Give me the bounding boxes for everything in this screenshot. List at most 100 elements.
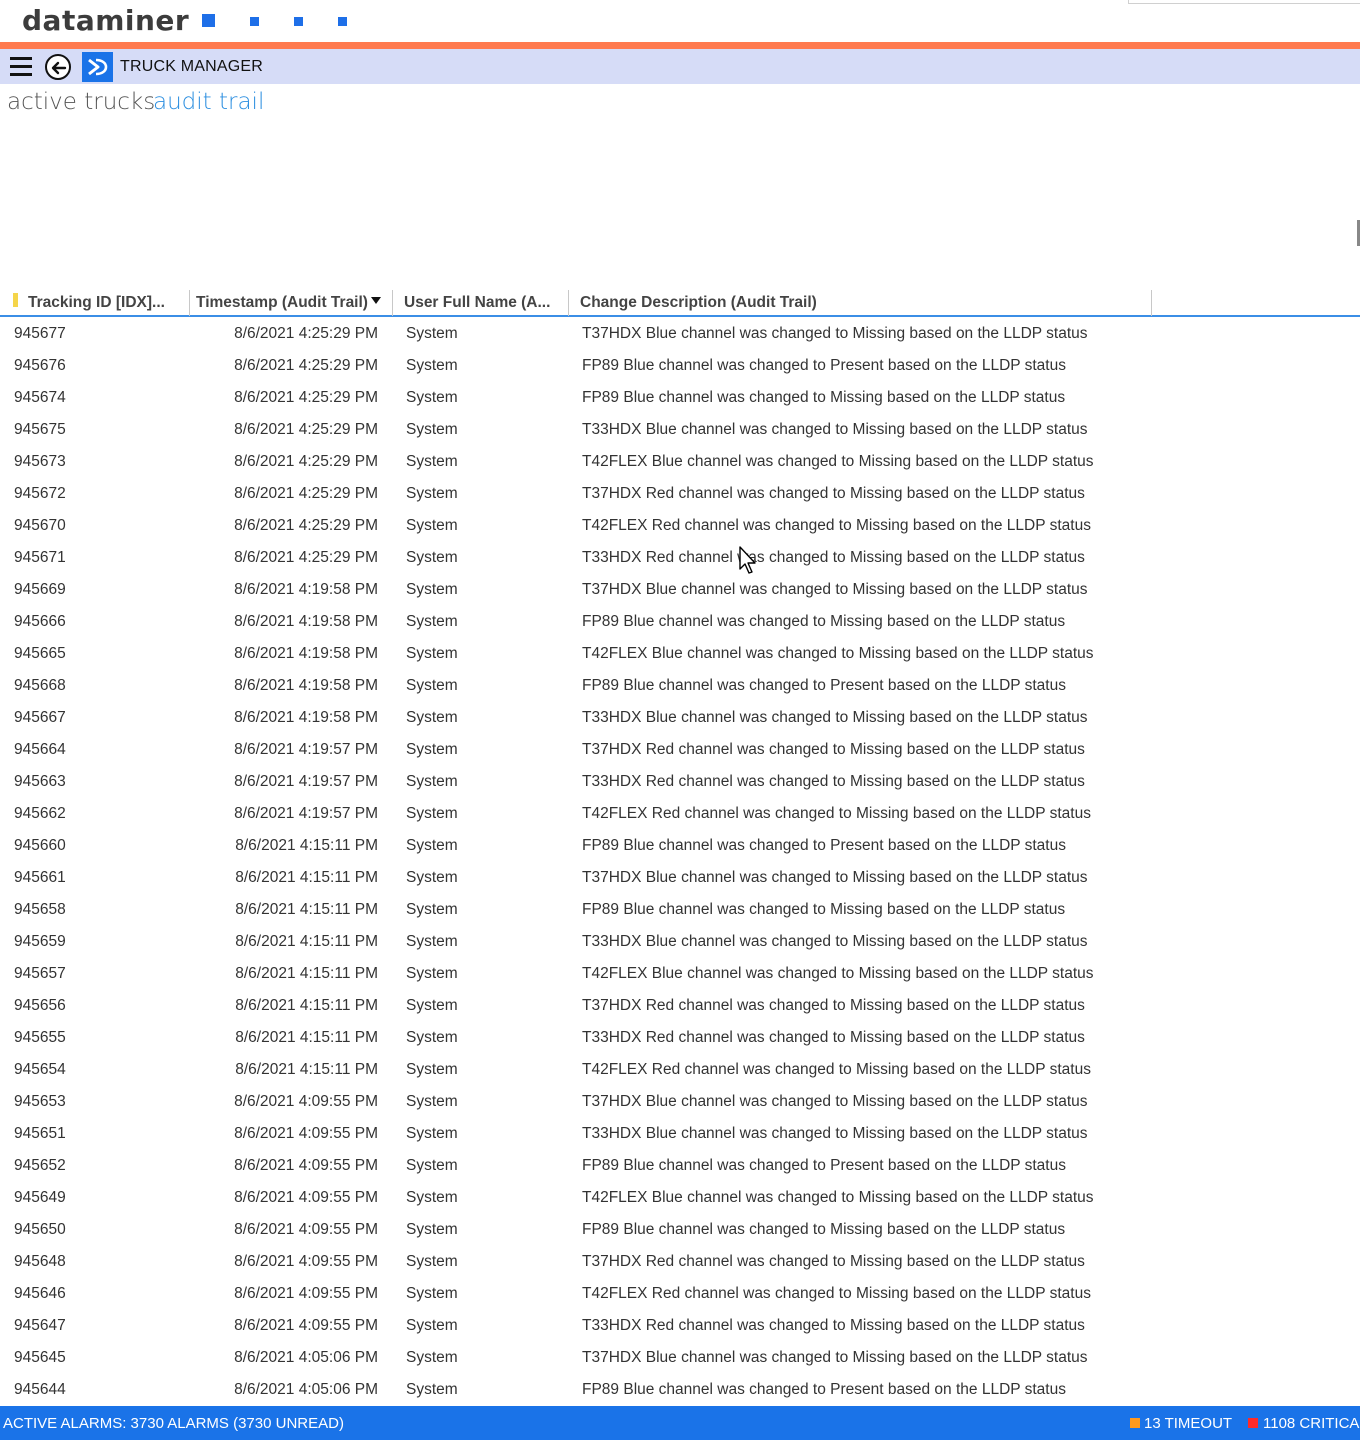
cell-tracking-id: 945657 xyxy=(14,965,66,982)
cell-change-description: T33HDX Red channel was changed to Missin… xyxy=(582,773,1085,790)
truck-manager-app-icon[interactable] xyxy=(82,52,113,82)
table-row[interactable]: 945662 8/6/2021 4:19:57 PM System T42FLEX R… xyxy=(0,799,1360,831)
window-edge xyxy=(1128,0,1360,4)
table-row[interactable]: 945659 8/6/2021 4:15:11 PM System T33HDX Bl… xyxy=(0,927,1360,959)
critical-count[interactable]: 1108 CRITICAL xyxy=(1263,1415,1360,1432)
cell-user: System xyxy=(406,837,458,854)
cell-user: System xyxy=(406,677,458,694)
cell-user: System xyxy=(406,1125,458,1142)
cell-timestamp: 8/6/2021 4:25:29 PM xyxy=(234,421,378,438)
cell-user: System xyxy=(406,357,458,374)
column-header-change-description[interactable]: Change Description (Audit Trail) xyxy=(580,294,817,314)
column-resize-handle[interactable] xyxy=(568,290,569,316)
cell-tracking-id: 945644 xyxy=(14,1381,66,1398)
cell-user: System xyxy=(406,549,458,566)
table-row[interactable]: 945655 8/6/2021 4:15:11 PM System T33HDX Re… xyxy=(0,1023,1360,1055)
cell-user: System xyxy=(406,1061,458,1078)
cell-change-description: FP89 Blue channel was changed to Present… xyxy=(582,837,1066,854)
table-row[interactable]: 945648 8/6/2021 4:09:55 PM System T37HDX Re… xyxy=(0,1247,1360,1279)
table-row[interactable]: 945644 8/6/2021 4:05:06 PM System FP89 Blue… xyxy=(0,1375,1360,1407)
table-row[interactable]: 945666 8/6/2021 4:19:58 PM System FP89 Blue… xyxy=(0,607,1360,639)
table-row[interactable]: 945652 8/6/2021 4:09:55 PM System FP89 Blue… xyxy=(0,1151,1360,1183)
table-row[interactable]: 945677 8/6/2021 4:25:29 PM System T37HDX Bl… xyxy=(0,319,1360,351)
cell-change-description: FP89 Blue channel was changed to Missing… xyxy=(582,1221,1066,1238)
cell-timestamp: 8/6/2021 4:05:06 PM xyxy=(234,1349,378,1366)
column-resize-handle[interactable] xyxy=(189,290,190,316)
back-arrow-icon[interactable] xyxy=(45,54,71,80)
table-row[interactable]: 945653 8/6/2021 4:09:55 PM System T37HDX Bl… xyxy=(0,1087,1360,1119)
cell-tracking-id: 945672 xyxy=(14,485,66,502)
cell-timestamp: 8/6/2021 4:15:11 PM xyxy=(235,933,378,950)
cell-user: System xyxy=(406,965,458,982)
cell-user: System xyxy=(406,1253,458,1270)
brand-bar: dataminer xyxy=(0,0,1360,42)
cell-timestamp: 8/6/2021 4:25:29 PM xyxy=(234,389,378,406)
table-row[interactable]: 945672 8/6/2021 4:25:29 PM System T37HDX Re… xyxy=(0,479,1360,511)
table-row[interactable]: 945676 8/6/2021 4:25:29 PM System FP89 Blue… xyxy=(0,351,1360,383)
table-row[interactable]: 945665 8/6/2021 4:19:58 PM System T42FLEX B… xyxy=(0,639,1360,671)
table-row[interactable]: 945669 8/6/2021 4:19:58 PM System T37HDX Bl… xyxy=(0,575,1360,607)
cell-tracking-id: 945651 xyxy=(14,1125,66,1142)
table-row[interactable]: 945668 8/6/2021 4:19:58 PM System FP89 Blue… xyxy=(0,671,1360,703)
app-toolbar: TRUCK MANAGER xyxy=(0,49,1360,84)
cell-change-description: T33HDX Red channel was changed to Missin… xyxy=(582,1029,1085,1046)
cell-change-description: FP89 Blue channel was changed to Present… xyxy=(582,357,1066,374)
table-row[interactable]: 945661 8/6/2021 4:15:11 PM System T37HDX Bl… xyxy=(0,863,1360,895)
cell-tracking-id: 945663 xyxy=(14,773,66,790)
timeout-count[interactable]: 13 TIMEOUT xyxy=(1144,1415,1232,1432)
cell-change-description: T33HDX Blue channel was changed to Missi… xyxy=(582,1125,1088,1142)
hamburger-menu-icon[interactable] xyxy=(10,57,32,77)
column-resize-handle[interactable] xyxy=(392,290,393,316)
cell-timestamp: 8/6/2021 4:19:57 PM xyxy=(234,805,378,822)
cell-tracking-id: 945677 xyxy=(14,325,66,342)
table-row[interactable]: 945675 8/6/2021 4:25:29 PM System T33HDX Bl… xyxy=(0,415,1360,447)
cell-change-description: T37HDX Red channel was changed to Missin… xyxy=(582,997,1085,1014)
cell-user: System xyxy=(406,773,458,790)
cell-user: System xyxy=(406,517,458,534)
table-row[interactable]: 945667 8/6/2021 4:19:58 PM System T33HDX Bl… xyxy=(0,703,1360,735)
cell-tracking-id: 945655 xyxy=(14,1029,66,1046)
cell-user: System xyxy=(406,1093,458,1110)
table-row[interactable]: 945660 8/6/2021 4:15:11 PM System FP89 Blue… xyxy=(0,831,1360,863)
cell-change-description: T33HDX Blue channel was changed to Missi… xyxy=(582,421,1088,438)
table-row[interactable]: 945650 8/6/2021 4:09:55 PM System FP89 Blue… xyxy=(0,1215,1360,1247)
table-row[interactable]: 945646 8/6/2021 4:09:55 PM System T42FLEX R… xyxy=(0,1279,1360,1311)
table-row[interactable]: 945670 8/6/2021 4:25:29 PM System T42FLEX R… xyxy=(0,511,1360,543)
cell-tracking-id: 945664 xyxy=(14,741,66,758)
table-row[interactable]: 945663 8/6/2021 4:19:57 PM System T33HDX Re… xyxy=(0,767,1360,799)
brand-dot xyxy=(250,17,259,26)
cell-timestamp: 8/6/2021 4:15:11 PM xyxy=(235,1061,378,1078)
table-row[interactable]: 945673 8/6/2021 4:25:29 PM System T42FLEX B… xyxy=(0,447,1360,479)
cell-change-description: T37HDX Blue channel was changed to Missi… xyxy=(582,581,1088,598)
column-resize-handle[interactable] xyxy=(1151,290,1152,316)
cell-timestamp: 8/6/2021 4:15:11 PM xyxy=(235,869,378,886)
table-row[interactable]: 945647 8/6/2021 4:09:55 PM System T33HDX Re… xyxy=(0,1311,1360,1343)
column-header-user[interactable]: User Full Name (A... xyxy=(404,294,550,314)
cell-tracking-id: 945654 xyxy=(14,1061,66,1078)
table-row[interactable]: 945645 8/6/2021 4:05:06 PM System T37HDX Bl… xyxy=(0,1343,1360,1375)
tab-audit-trail[interactable]: audit trail xyxy=(153,89,264,115)
column-header-tracking-id[interactable]: Tracking ID [IDX]... xyxy=(28,294,165,314)
cell-tracking-id: 945670 xyxy=(14,517,66,534)
table-row[interactable]: 945674 8/6/2021 4:25:29 PM System FP89 Blue… xyxy=(0,383,1360,415)
cell-user: System xyxy=(406,1349,458,1366)
timeout-indicator-icon xyxy=(1130,1418,1140,1428)
cell-tracking-id: 945656 xyxy=(14,997,66,1014)
table-row[interactable]: 945664 8/6/2021 4:19:57 PM System T37HDX Re… xyxy=(0,735,1360,767)
cell-user: System xyxy=(406,805,458,822)
cell-user: System xyxy=(406,485,458,502)
table-row[interactable]: 945656 8/6/2021 4:15:11 PM System T37HDX Re… xyxy=(0,991,1360,1023)
cell-change-description: T37HDX Red channel was changed to Missin… xyxy=(582,485,1085,502)
active-alarms-status[interactable]: ACTIVE ALARMS: 3730 ALARMS (3730 UNREAD) xyxy=(3,1415,344,1432)
table-row[interactable]: 945649 8/6/2021 4:09:55 PM System T42FLEX B… xyxy=(0,1183,1360,1215)
column-header-timestamp[interactable]: Timestamp (Audit Trail) xyxy=(196,294,381,314)
tab-active-trucks[interactable]: active trucks xyxy=(7,89,155,115)
primary-key-icon xyxy=(13,293,18,307)
table-row[interactable]: 945654 8/6/2021 4:15:11 PM System T42FLEX R… xyxy=(0,1055,1360,1087)
table-row[interactable]: 945658 8/6/2021 4:15:11 PM System FP89 Blue… xyxy=(0,895,1360,927)
table-row[interactable]: 945671 8/6/2021 4:25:29 PM System T33HDX Re… xyxy=(0,543,1360,575)
table-row[interactable]: 945651 8/6/2021 4:09:55 PM System T33HDX Bl… xyxy=(0,1119,1360,1151)
table-row[interactable]: 945657 8/6/2021 4:15:11 PM System T42FLEX B… xyxy=(0,959,1360,991)
cell-change-description: T42FLEX Blue channel was changed to Miss… xyxy=(582,1189,1094,1206)
cell-timestamp: 8/6/2021 4:09:55 PM xyxy=(234,1157,378,1174)
